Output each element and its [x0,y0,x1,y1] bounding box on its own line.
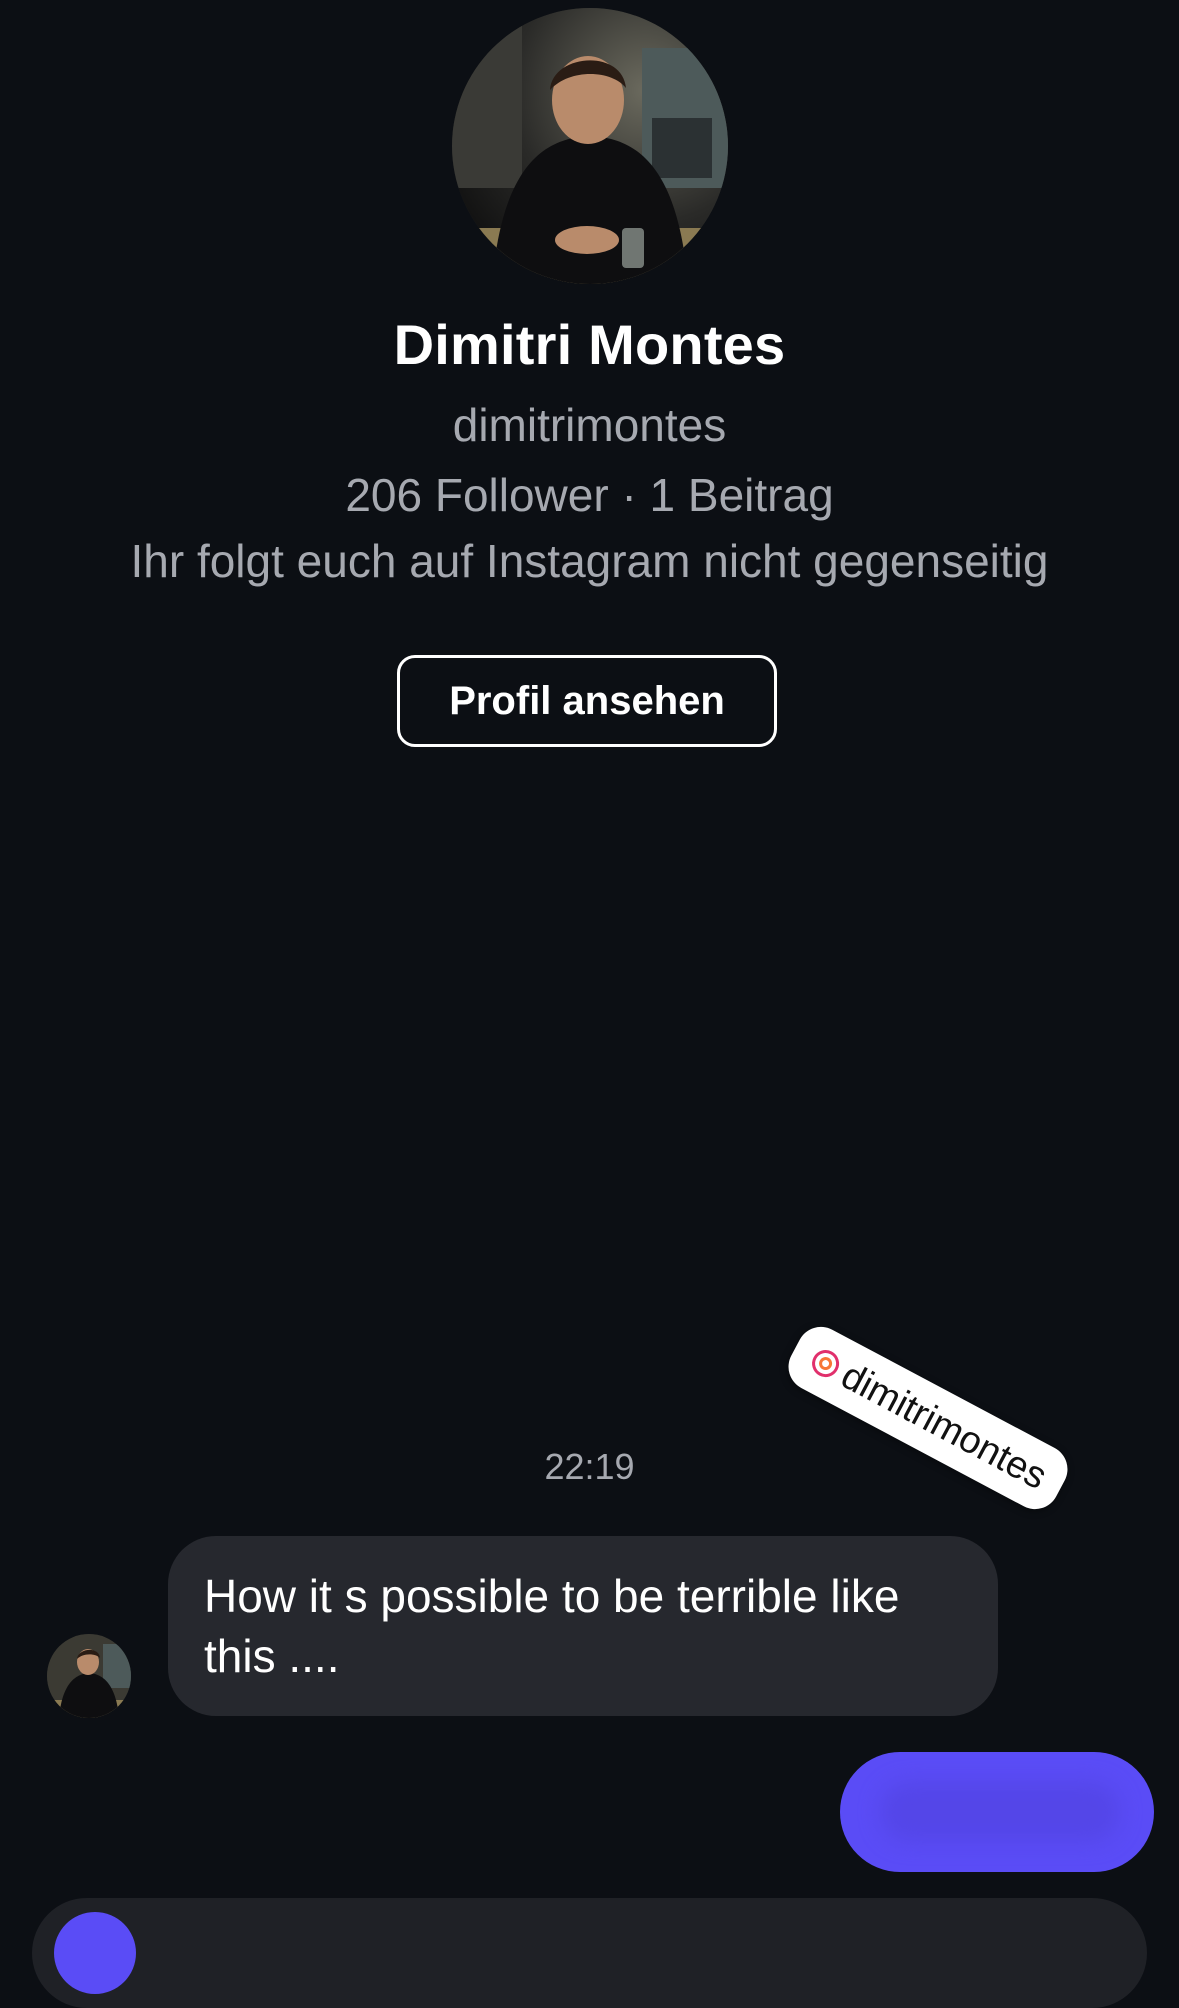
outgoing-message[interactable] [840,1752,1154,1872]
incoming-message-text: How it s possible to be terrible like th… [204,1570,900,1682]
sender-photo [47,1634,131,1718]
mutual-follow-note: Ihr folgt euch auf Instagram nicht gegen… [130,535,1049,587]
profile-username: dimitrimontes [452,399,727,451]
incoming-message[interactable]: How it s possible to be terrible like th… [168,1536,998,1716]
message-timestamp: 22:19 [544,1446,635,1487]
profile-avatar[interactable] [452,8,728,284]
sender-avatar[interactable] [47,1634,131,1718]
profile-stats: 206 Follower · 1 Beitrag [345,469,834,521]
blurred-message-content [880,1782,1120,1842]
message-composer[interactable] [32,1898,1147,2008]
camera-button[interactable] [54,1912,136,1994]
profile-name: Dimitri Montes [393,313,786,376]
profile-photo [452,8,728,284]
view-profile-button[interactable]: Profil ansehen [397,655,777,747]
threads-icon [812,1350,840,1378]
